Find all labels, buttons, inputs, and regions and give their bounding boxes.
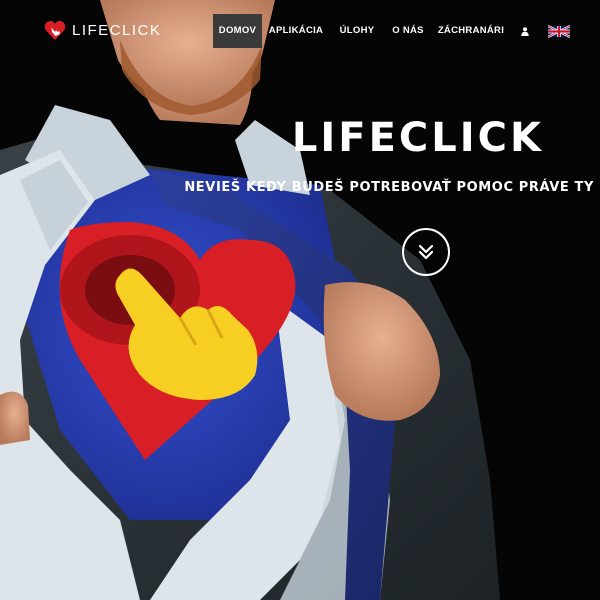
user-icon bbox=[521, 26, 529, 36]
language-button[interactable] bbox=[545, 14, 573, 48]
scroll-down-button[interactable] bbox=[402, 228, 450, 276]
page: LIFECLICK DOMOV APLIKÁCIA ÚLOHY O NÁS ZÁ… bbox=[0, 0, 600, 600]
brand-link[interactable]: LIFECLICK bbox=[44, 19, 161, 41]
hero-title: LIFECLICK bbox=[291, 115, 544, 161]
top-navbar: LIFECLICK DOMOV APLIKÁCIA ÚLOHY O NÁS ZÁ… bbox=[0, 0, 600, 52]
nav-item-zachranari[interactable]: ZÁCHRANÁRI bbox=[437, 14, 505, 48]
uk-flag-icon bbox=[548, 24, 570, 38]
hero-subtitle: NEVIEŠ KEDY BUDEŠ POTREBOVAŤ POMOC PRÁVE… bbox=[184, 180, 594, 195]
brand-name: LIFECLICK bbox=[72, 21, 162, 39]
double-chevron-down-icon bbox=[418, 244, 434, 260]
nav-item-domov[interactable]: DOMOV bbox=[213, 14, 262, 48]
user-button[interactable] bbox=[517, 14, 533, 48]
nav-item-aplikacia[interactable]: APLIKÁCIA bbox=[266, 14, 326, 48]
nav-item-o-nas[interactable]: O NÁS bbox=[387, 14, 429, 48]
heart-click-logo-icon bbox=[44, 21, 66, 40]
nav-item-ulohy[interactable]: ÚLOHY bbox=[335, 14, 379, 48]
hero-image bbox=[0, 0, 600, 600]
